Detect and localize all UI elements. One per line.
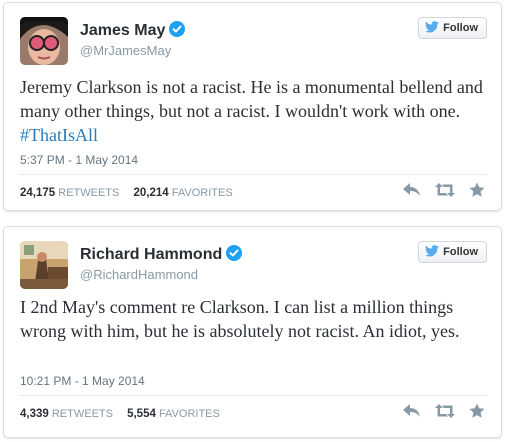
- divider: [18, 174, 487, 175]
- hashtag-link[interactable]: #ThatIsAll: [20, 125, 98, 145]
- favorite-count[interactable]: 20,214: [134, 187, 169, 199]
- divider: [18, 395, 487, 396]
- retweet-icon[interactable]: [435, 404, 455, 418]
- tweet-text: Jeremy Clarkson is not a racist. He is a…: [20, 77, 483, 145]
- follow-button[interactable]: Follow: [418, 241, 487, 263]
- retweet-icon[interactable]: [435, 183, 455, 197]
- user-handle[interactable]: @MrJamesMay: [80, 43, 171, 58]
- display-name[interactable]: James May: [80, 21, 186, 42]
- tweet-actions: [403, 182, 485, 198]
- tweet-text: I 2nd May's comment re Clarkson. I can l…: [20, 297, 460, 341]
- tweet-actions: [403, 403, 485, 419]
- retweet-count[interactable]: 24,175: [20, 187, 55, 199]
- tweet-card: James May @MrJamesMay Follow Jeremy Clar…: [3, 2, 502, 211]
- retweet-count[interactable]: 4,339: [20, 408, 49, 420]
- favorites-label: FAVORITES: [158, 408, 220, 420]
- reply-icon[interactable]: [403, 404, 421, 418]
- favorites-label: FAVORITES: [171, 187, 233, 199]
- follow-button[interactable]: Follow: [418, 17, 487, 39]
- tweet-stats: 4,339 RETWEETS 5,554 FAVORITES: [20, 408, 220, 420]
- retweets-label: RETWEETS: [51, 408, 113, 420]
- avatar[interactable]: [20, 241, 68, 289]
- verified-badge-icon: [226, 245, 243, 266]
- favorite-icon[interactable]: [469, 403, 485, 419]
- reply-icon[interactable]: [403, 183, 421, 197]
- tweet-card: Richard Hammond @RichardHammond Follow I…: [3, 226, 502, 438]
- avatar[interactable]: [20, 17, 68, 65]
- timestamp[interactable]: 5:37 PM - 1 May 2014: [20, 153, 138, 167]
- display-name[interactable]: Richard Hammond: [80, 245, 243, 266]
- tweet-stats: 24,175 RETWEETS 20,214 FAVORITES: [20, 187, 233, 199]
- favorite-icon[interactable]: [469, 182, 485, 198]
- favorite-count[interactable]: 5,554: [127, 408, 156, 420]
- verified-badge-icon: [169, 21, 186, 42]
- twitter-bird-icon: [425, 244, 443, 260]
- retweets-label: RETWEETS: [58, 187, 120, 199]
- twitter-bird-icon: [425, 20, 443, 36]
- timestamp[interactable]: 10:21 PM - 1 May 2014: [20, 374, 145, 388]
- user-handle[interactable]: @RichardHammond: [80, 267, 198, 282]
